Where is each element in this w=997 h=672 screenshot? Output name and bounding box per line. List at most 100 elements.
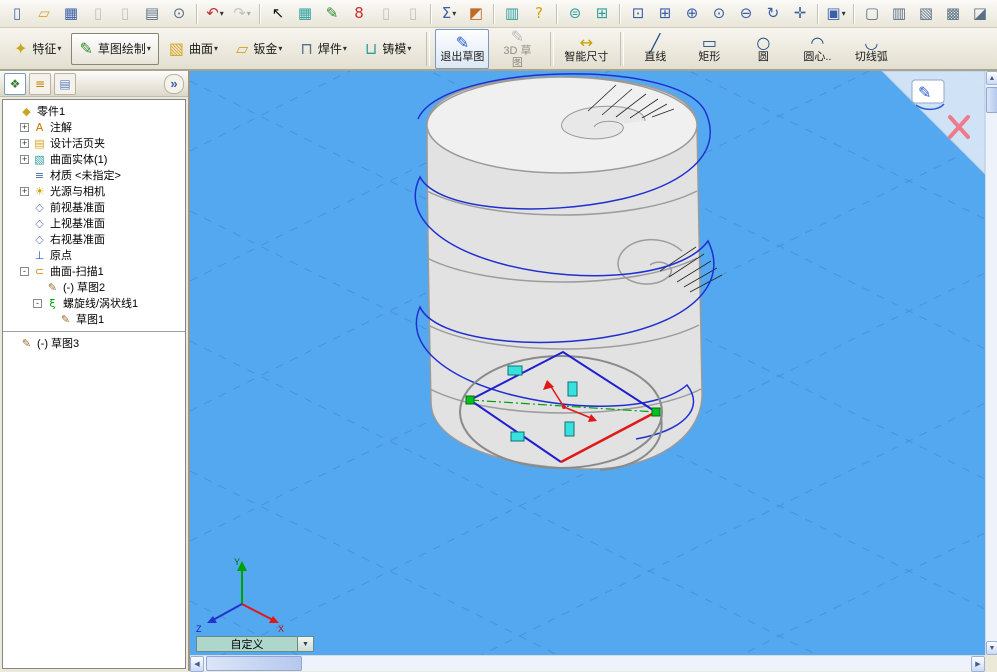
rotate-view-button[interactable]: ↻ <box>760 2 786 26</box>
section-properties-button[interactable]: ⊞ <box>589 2 615 26</box>
vertical-scrollbar[interactable]: ▲ ▼ <box>985 71 997 655</box>
save-button[interactable]: ▦ <box>58 2 84 26</box>
tangent-arc-button[interactable]: ◡ 切线弧 <box>845 29 897 69</box>
open-button[interactable]: ▱ <box>31 2 57 26</box>
line-label: 直线 <box>644 50 667 63</box>
view-selector-combo[interactable]: 自定义 ▼ <box>196 636 314 652</box>
scroll-left-button[interactable]: ◀ <box>190 656 204 672</box>
pan-button[interactable]: ✛ <box>787 2 813 26</box>
exit-sketch-button[interactable]: ✎ 退出草图 <box>435 28 490 69</box>
dropdown-caret-icon[interactable]: ▾ <box>247 9 251 18</box>
tree-item-plane-7[interactable]: ◇ 上视基准面 <box>3 215 185 231</box>
configurationmanager-tab[interactable]: ▤ <box>54 72 76 95</box>
tree-item-surface-sweep-10[interactable]: - ⊂ 曲面-扫描1 <box>3 263 185 279</box>
edit-sketch-button[interactable]: ✎ <box>319 2 345 26</box>
centerpoint-arc-button[interactable]: ◠ 圆心.. <box>791 29 843 69</box>
tree-item-lights-cameras-5[interactable]: + ☀ 光源与相机 <box>3 183 185 199</box>
tree-item-origin-9[interactable]: ⊥ 原点 <box>3 247 185 263</box>
mold-tools-button[interactable]: ⊔ 铸模 ▾ <box>357 33 420 65</box>
surface-sweep-icon: ⊂ <box>34 264 45 278</box>
equation-button[interactable]: Σ ▾ <box>436 2 462 26</box>
scroll-up-button[interactable]: ▲ <box>986 71 997 85</box>
print-preview-button[interactable]: ⊙ <box>166 2 192 26</box>
dropdown-caret-icon[interactable]: ▾ <box>278 44 282 53</box>
tree-item-annotations-1[interactable]: + A 注解 <box>3 119 185 135</box>
expand-icon[interactable]: + <box>20 138 29 148</box>
mold-tools-icon: ⊔ <box>364 39 378 58</box>
sheet-metal-label: 钣金 <box>253 42 278 56</box>
record-macro-button[interactable]: 8 <box>346 2 372 26</box>
expand-icon[interactable]: + <box>20 154 29 164</box>
tree-item-sketch-13[interactable]: ✎ 草图1 <box>3 311 185 327</box>
dropdown-caret-icon[interactable]: ▾ <box>147 44 151 53</box>
dropdown-caret-icon[interactable]: ▾ <box>842 9 846 18</box>
sheet-metal-button[interactable]: ▱ 钣金 ▾ <box>228 33 290 65</box>
dropdown-caret-icon[interactable]: ▾ <box>343 44 347 53</box>
tree-item-sketch-11[interactable]: ✎ (-) 草图2 <box>3 279 185 295</box>
tree-item-part-0[interactable]: ◆ 零件1 <box>3 103 185 119</box>
tree-item-plane-8[interactable]: ◇ 右视基准面 <box>3 231 185 247</box>
collapse-icon[interactable]: - <box>33 298 42 308</box>
hidden-lines-removed-button[interactable]: ▧ <box>913 2 939 26</box>
view-selector-dropdown-icon[interactable]: ▼ <box>297 637 313 651</box>
dropdown-caret-icon[interactable]: ▾ <box>407 44 411 53</box>
expand-icon[interactable]: + <box>20 122 29 132</box>
dropdown-caret-icon[interactable]: ▾ <box>57 44 61 53</box>
scroll-right-button[interactable]: ▶ <box>971 656 985 672</box>
propertymanager-tab[interactable]: ≡ <box>29 72 51 95</box>
surfaces-button[interactable]: ▧ 曲面 ▾ <box>161 33 226 65</box>
zoom-in-button[interactable]: ⊕ <box>679 2 705 26</box>
zoom-area-button[interactable]: ⊞ <box>652 2 678 26</box>
sketch-button[interactable]: ✎ 草图绘制 ▾ <box>71 32 159 65</box>
tree-item-material-4[interactable]: ≡ 材质 <未指定> <box>3 167 185 183</box>
horizontal-scroll-thumb[interactable] <box>206 656 302 671</box>
undo-button[interactable]: ↶ ▾ <box>202 2 228 26</box>
tree-item-plane-6[interactable]: ◇ 前视基准面 <box>3 199 185 215</box>
section-view-button[interactable]: ◪ <box>967 2 993 26</box>
tree-item-surface-bodies-3[interactable]: + ▧ 曲面实体(1) <box>3 151 185 167</box>
make-drawing-button: ▯ <box>85 2 111 26</box>
circle-button[interactable]: ○ 圆 <box>737 29 789 69</box>
help-button[interactable]: ? <box>526 2 552 26</box>
zoom-selection-button[interactable]: ⊙ <box>706 2 732 26</box>
standard-views-button[interactable]: ▣ ▾ <box>823 2 849 26</box>
dropdown-caret-icon[interactable]: ▾ <box>452 9 456 18</box>
hidden-lines-visible-button[interactable]: ▥ <box>886 2 912 26</box>
tree-item-design-binder-2[interactable]: + ▤ 设计活页夹 <box>3 135 185 151</box>
scroll-down-button[interactable]: ▼ <box>986 641 997 655</box>
smart-dimension-button[interactable]: ↔ 智能尺寸 <box>559 29 613 69</box>
design-table-button[interactable]: ▥ <box>499 2 525 26</box>
print-button[interactable]: ▤ <box>139 2 165 26</box>
appearance-button[interactable]: ◩ <box>463 2 489 26</box>
helix-surface-model[interactable] <box>426 76 723 470</box>
measure-button[interactable]: ⊜ <box>562 2 588 26</box>
dropdown-caret-icon[interactable]: ▾ <box>214 44 218 53</box>
graphics-area[interactable]: Y X Z ✎ 自定义 ▼ <box>190 71 985 655</box>
zoom-out-button[interactable]: ⊖ <box>733 2 759 26</box>
select-button[interactable]: ↖ <box>265 2 291 26</box>
new-document-button[interactable]: ▯ <box>4 2 30 26</box>
wireframe-button[interactable]: ▢ <box>859 2 885 26</box>
tree-item-helix-12[interactable]: - ξ 螺旋线/涡状线1 <box>3 295 185 311</box>
zoom-to-fit-button[interactable]: ⊡ <box>625 2 651 26</box>
featuremanager-tab[interactable]: ❖ <box>4 72 26 95</box>
make-assembly-button: ▯ <box>112 2 138 26</box>
select-icon: ↖ <box>271 4 285 22</box>
horizontal-scrollbar[interactable]: ◀ ▶ <box>190 655 985 672</box>
dropdown-caret-icon[interactable]: ▾ <box>220 9 224 18</box>
tree-item-sketch-14[interactable]: ✎ (-) 草图3 <box>3 335 185 351</box>
line-button[interactable]: ╱ 直线 <box>629 29 681 69</box>
undo-icon: ↶ <box>206 4 219 22</box>
shaded-button[interactable]: ▩ <box>940 2 966 26</box>
sketch-grid-button[interactable]: ▦ <box>292 2 318 26</box>
rectangle-button[interactable]: ▭ 矩形 <box>683 29 735 69</box>
line-icon: ╱ <box>650 32 661 52</box>
exit-sketch-icon: ✎ <box>455 32 470 52</box>
collapse-icon[interactable]: - <box>20 266 29 276</box>
weldments-button[interactable]: ⊓ 焊件 ▾ <box>292 33 355 65</box>
tree-splitter[interactable] <box>3 331 185 332</box>
vertical-scroll-thumb[interactable] <box>986 87 997 113</box>
collapse-panel-button[interactable]: » <box>164 73 184 94</box>
expand-icon[interactable]: + <box>20 186 29 196</box>
features-button[interactable]: ✦ 特征 ▾ <box>6 33 69 65</box>
